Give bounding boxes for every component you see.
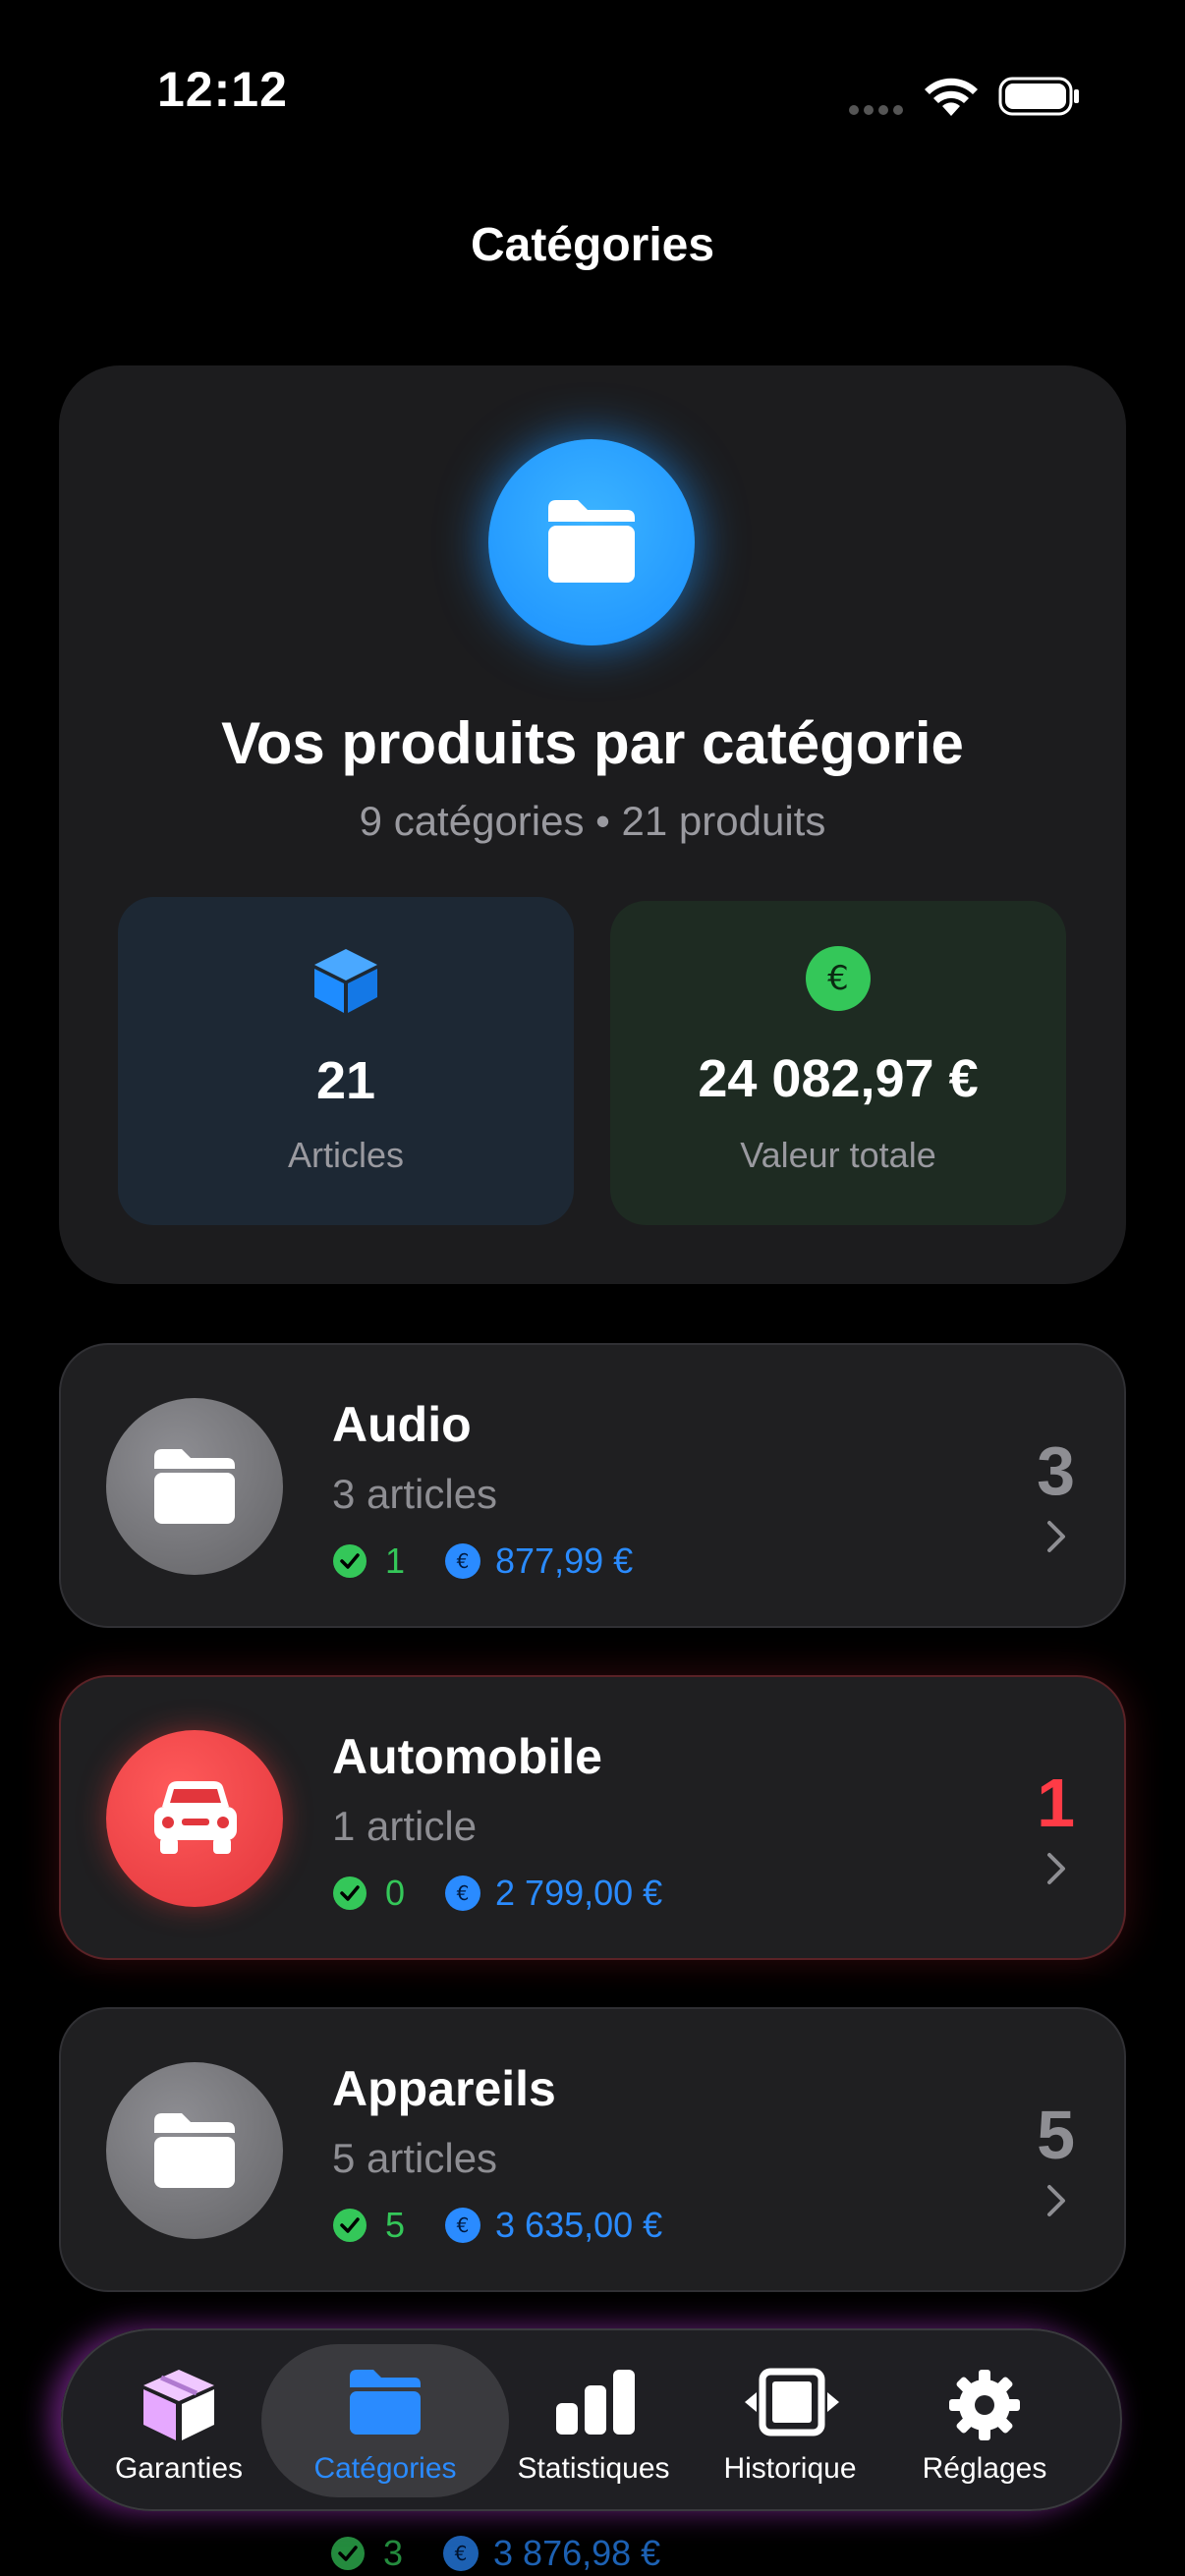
tab-historique[interactable]: Historique bbox=[692, 2330, 888, 2513]
folder-icon bbox=[350, 2370, 421, 2435]
articles-stat: 21 Articles bbox=[118, 897, 574, 1225]
folder-icon bbox=[154, 1449, 235, 1524]
category-row-automobile[interactable]: Automobile 1 article 0 € 2 799,00 € 1 bbox=[59, 1675, 1126, 1960]
euro-icon: € bbox=[443, 2536, 480, 2571]
category-row-appareils[interactable]: Appareils 5 articles 5 € 3 635,00 € 5 bbox=[59, 2007, 1126, 2292]
page-title: Catégories bbox=[470, 219, 715, 271]
check-icon bbox=[333, 2209, 367, 2242]
box-icon bbox=[143, 2370, 214, 2440]
svg-text:€: € bbox=[457, 1881, 470, 1905]
category-value: 3 876,98 € bbox=[493, 2533, 661, 2573]
chevron-right-icon bbox=[1047, 1521, 1065, 1552]
car-icon bbox=[154, 1781, 237, 1854]
active-count: 5 bbox=[385, 2205, 406, 2245]
category-name: Appareils bbox=[332, 2061, 556, 2116]
chevron-right-icon bbox=[1047, 2185, 1065, 2216]
check-icon bbox=[331, 2537, 365, 2570]
euro-icon: € bbox=[445, 1543, 481, 1579]
tab-reglages[interactable]: Réglages bbox=[888, 2330, 1081, 2513]
history-icon bbox=[745, 2368, 839, 2436]
tab-label: Historique bbox=[723, 2452, 857, 2485]
status-time: 12:12 bbox=[157, 62, 288, 117]
summary-title: Vos produits par catégorie bbox=[221, 710, 964, 776]
chevron-right-icon bbox=[1047, 1853, 1065, 1884]
category-meta: 0 € 2 799,00 € bbox=[332, 1873, 663, 1913]
category-count: 5 articles bbox=[332, 2135, 498, 2181]
category-name: Automobile bbox=[332, 1729, 602, 1784]
category-meta-peek: 3 € 3 876,98 € bbox=[330, 2533, 660, 2574]
cube-icon bbox=[314, 949, 377, 1013]
tab-bar: Garanties Catégories Statistiques Histor… bbox=[61, 2328, 1122, 2511]
wifi-icon bbox=[925, 78, 978, 116]
euro-icon: € bbox=[445, 2208, 481, 2243]
articles-label: Articles bbox=[287, 1135, 405, 1175]
total-value: 24 082,97 € bbox=[698, 1049, 979, 1108]
check-icon bbox=[333, 1876, 367, 1910]
tab-label: Statistiques bbox=[517, 2452, 670, 2485]
category-avatar bbox=[106, 1398, 283, 1575]
active-count: 1 bbox=[385, 1540, 406, 1581]
category-number: 3 bbox=[1037, 1432, 1075, 1509]
check-icon bbox=[333, 1544, 367, 1578]
bar-chart-icon bbox=[556, 2370, 635, 2435]
gear-icon bbox=[949, 2370, 1020, 2440]
total-value-stat: € 24 082,97 € Valeur totale bbox=[610, 901, 1066, 1225]
tab-garanties[interactable]: Garanties bbox=[83, 2330, 275, 2513]
category-number: 5 bbox=[1037, 2097, 1075, 2173]
euro-icon: € bbox=[806, 946, 871, 1011]
tab-categories[interactable]: Catégories bbox=[275, 2330, 495, 2513]
euro-icon: € bbox=[445, 1876, 481, 1911]
category-value: 877,99 € bbox=[495, 1540, 634, 1581]
category-count: 1 article bbox=[332, 1803, 478, 1849]
tab-label: Catégories bbox=[313, 2452, 457, 2485]
battery-icon bbox=[998, 77, 1079, 116]
category-value: 2 799,00 € bbox=[495, 1873, 663, 1913]
category-value: 3 635,00 € bbox=[495, 2205, 663, 2245]
active-count: 3 bbox=[383, 2533, 404, 2573]
category-avatar bbox=[106, 1730, 283, 1907]
category-row-audio[interactable]: Audio 3 articles 1 € 877,99 € 3 bbox=[59, 1343, 1126, 1628]
tab-label: Garanties bbox=[114, 2452, 244, 2485]
category-meta: 5 € 3 635,00 € bbox=[332, 2205, 663, 2245]
category-name: Audio bbox=[332, 1397, 472, 1452]
tab-label: Réglages bbox=[922, 2452, 1047, 2485]
category-avatar bbox=[106, 2062, 283, 2239]
signal-icon bbox=[849, 102, 908, 115]
total-value-label: Valeur totale bbox=[740, 1135, 936, 1175]
svg-text:€: € bbox=[457, 1549, 470, 1573]
folder-icon bbox=[488, 439, 695, 645]
summary-card: Vos produits par catégorie 9 catégories … bbox=[59, 365, 1126, 1284]
active-count: 0 bbox=[385, 1873, 406, 1913]
articles-count: 21 bbox=[315, 1051, 376, 1110]
status-bar: 12:12 bbox=[0, 0, 1185, 196]
svg-text:€: € bbox=[827, 959, 849, 998]
category-meta: 1 € 877,99 € bbox=[332, 1540, 634, 1581]
svg-text:€: € bbox=[457, 2213, 470, 2237]
folder-icon bbox=[154, 2113, 235, 2188]
category-number: 1 bbox=[1037, 1764, 1075, 1841]
summary-subtitle: 9 catégories • 21 produits bbox=[359, 798, 826, 844]
category-count: 3 articles bbox=[332, 1471, 498, 1517]
svg-text:€: € bbox=[455, 2542, 468, 2565]
tab-statistiques[interactable]: Statistiques bbox=[495, 2330, 692, 2513]
